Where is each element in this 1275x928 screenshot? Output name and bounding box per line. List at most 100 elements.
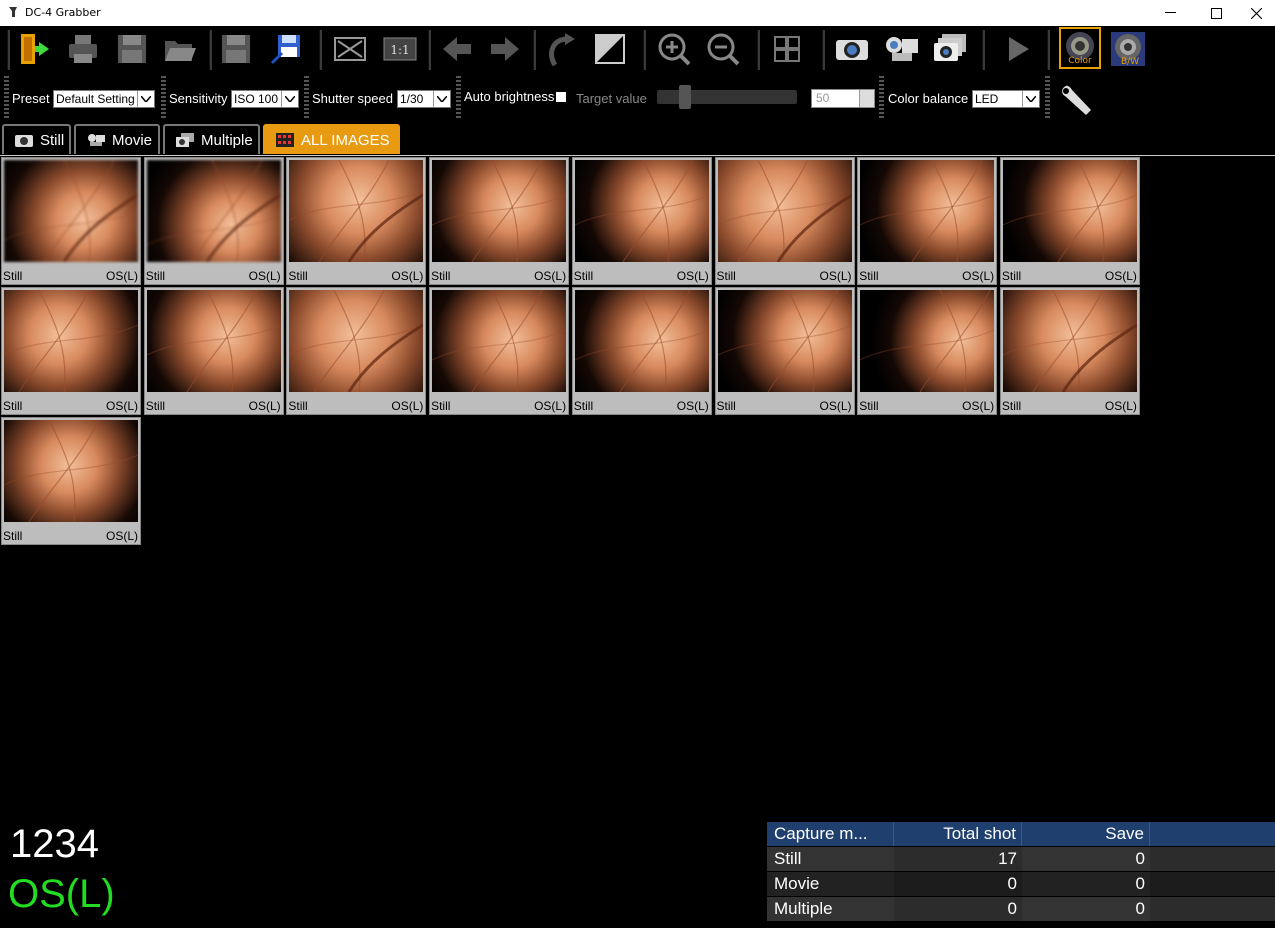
grid-view-button[interactable] <box>767 29 807 69</box>
still-capture-button[interactable] <box>832 29 872 69</box>
eye-side: OS(L) <box>8 872 115 916</box>
fundus-image <box>860 290 995 392</box>
shutter-speed-select[interactable]: 1/30 <box>397 90 451 108</box>
minimize-icon <box>1164 12 1176 13</box>
column-header[interactable]: Total shot <box>894 822 1022 846</box>
save-all-button[interactable] <box>112 29 152 69</box>
spinner-arrows-icon[interactable] <box>859 90 874 107</box>
thumbnail-type-label: Still <box>716 269 736 283</box>
color-balance-label: Color balance <box>888 91 969 106</box>
auto-brightness-checkbox[interactable] <box>556 92 566 102</box>
image-thumbnail[interactable]: Still OS(L) <box>143 157 284 285</box>
undo-icon <box>549 33 575 67</box>
play-button[interactable] <box>997 29 1037 69</box>
tab-still[interactable]: Still <box>2 124 71 154</box>
thumbnail-eye-label: OS(L) <box>1104 399 1137 413</box>
window-title: DC-4 Grabber <box>25 6 101 19</box>
column-header[interactable]: Capture m... <box>767 822 894 846</box>
previous-button[interactable] <box>437 29 477 69</box>
image-thumbnail[interactable]: Still OS(L) <box>1 417 141 545</box>
close-button[interactable] <box>1233 0 1275 26</box>
image-thumbnail[interactable]: Still OS(L) <box>429 157 570 285</box>
bw-mode-button[interactable]: B/W <box>1108 29 1148 69</box>
zoom-out-button[interactable] <box>703 29 743 69</box>
target-value-slider[interactable] <box>657 90 797 104</box>
fundus-image <box>4 290 138 392</box>
toolbar-grip[interactable] <box>1045 76 1050 120</box>
image-thumbnail[interactable]: Still OS(L) <box>714 157 855 285</box>
open-folder-button[interactable] <box>160 29 200 69</box>
fundus-image <box>4 160 138 262</box>
slider-thumb[interactable] <box>679 85 691 109</box>
save-all-icon <box>118 35 146 63</box>
zoom-out-icon <box>707 33 740 66</box>
image-thumbnail[interactable]: Still OS(L) <box>429 287 570 415</box>
sensitivity-select[interactable]: ISO 100 <box>231 90 299 108</box>
tab-label: Movie <box>112 131 153 149</box>
image-thumbnail[interactable]: Still OS(L) <box>1 287 141 415</box>
color-mode-icon: Color <box>1066 32 1094 66</box>
table-row[interactable]: Movie 0 0 <box>767 872 1275 896</box>
svg-text:Color: Color <box>1068 56 1092 66</box>
toolbar-grip[interactable] <box>304 76 309 120</box>
image-thumbnail[interactable]: Still OS(L) <box>1 157 141 285</box>
fundus-image <box>289 290 424 392</box>
preset-label: Preset <box>12 91 50 106</box>
image-thumbnail[interactable]: Still OS(L) <box>999 157 1140 285</box>
color-mode-button[interactable]: Color <box>1059 27 1101 69</box>
play-icon <box>1009 37 1029 61</box>
zoom-in-button[interactable] <box>654 29 694 69</box>
next-button[interactable] <box>485 29 525 69</box>
image-thumbnail[interactable]: Still OS(L) <box>857 157 998 285</box>
fit-window-button[interactable] <box>330 29 370 69</box>
fundus-image <box>860 160 995 262</box>
toolbar-grip[interactable] <box>879 76 884 120</box>
save-as-button[interactable] <box>266 29 306 69</box>
shutter-speed-value: 1/30 <box>400 92 424 106</box>
thumbnail-type-label: Still <box>1001 269 1022 283</box>
image-thumbnail[interactable]: Still OS(L) <box>286 157 427 285</box>
wrench-icon[interactable] <box>1058 82 1094 118</box>
still-camera-icon <box>836 40 868 60</box>
image-thumbnail[interactable]: Still OS(L) <box>999 287 1140 415</box>
exit-button[interactable] <box>13 29 53 69</box>
image-thumbnail[interactable]: Still OS(L) <box>857 287 998 415</box>
toolbar-grip[interactable] <box>161 76 166 120</box>
minimize-button[interactable] <box>1147 0 1193 26</box>
table-row[interactable]: Still 17 0 <box>767 847 1275 871</box>
target-value-spinner[interactable]: 50 <box>811 89 875 108</box>
toolbar-grip[interactable] <box>456 76 461 120</box>
print-button[interactable] <box>63 29 103 69</box>
fundus-image <box>432 160 567 262</box>
empty-cell <box>1150 872 1275 896</box>
tab-movie[interactable]: Movie <box>74 124 160 154</box>
thumbnail-eye-label: OS(L) <box>248 399 281 413</box>
view-tabs: Still Movie Multiple ALL IMAGES <box>0 124 1275 156</box>
image-thumbnail[interactable]: Still OS(L) <box>714 287 855 415</box>
tab-all-images[interactable]: ALL IMAGES <box>263 124 400 154</box>
table-row[interactable]: Multiple 0 0 <box>767 897 1275 921</box>
thumbnail-type-label: Still <box>3 529 23 543</box>
thumbnail-type-label: Still <box>288 399 308 413</box>
column-header[interactable]: Save <box>1022 822 1150 846</box>
undo-button[interactable] <box>541 29 581 69</box>
movie-capture-button[interactable] <box>882 29 922 69</box>
sensitivity-value: ISO 100 <box>234 92 279 106</box>
image-thumbnail[interactable]: Still OS(L) <box>286 287 427 415</box>
contrast-button[interactable] <box>590 29 630 69</box>
image-thumbnail[interactable]: Still OS(L) <box>571 287 712 415</box>
toolbar-grip[interactable] <box>4 76 9 120</box>
thumbnail-eye-label: OS(L) <box>391 269 424 283</box>
image-thumbnail[interactable]: Still OS(L) <box>571 157 712 285</box>
color-balance-select[interactable]: LED <box>972 90 1040 108</box>
preset-select[interactable]: Default Setting <box>53 90 155 108</box>
tab-multiple[interactable]: Multiple <box>163 124 260 154</box>
previous-icon <box>443 37 471 61</box>
actual-size-button[interactable]: 1:1 <box>380 29 420 69</box>
contrast-icon <box>595 34 625 64</box>
thumbnail-eye-label: OS(L) <box>534 269 567 283</box>
save-button[interactable] <box>216 29 256 69</box>
multiple-capture-button[interactable] <box>930 29 970 69</box>
chevron-down-icon <box>1022 91 1039 107</box>
image-thumbnail[interactable]: Still OS(L) <box>143 287 284 415</box>
